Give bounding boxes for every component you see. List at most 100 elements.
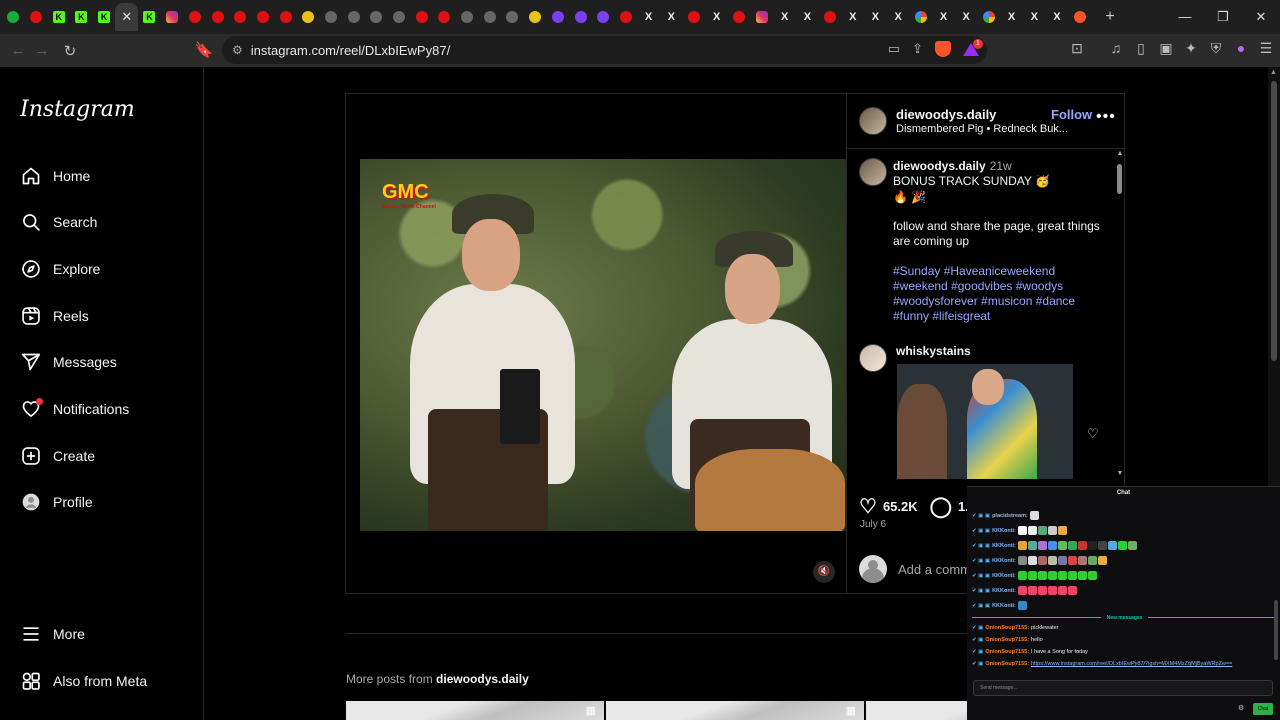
forward-icon[interactable]: → — [30, 42, 54, 59]
chat-username[interactable]: OnionSoup7155: — [985, 649, 1029, 655]
browser-tab[interactable]: X — [1046, 3, 1069, 31]
reload-icon[interactable]: ↻ — [58, 42, 82, 60]
restore-icon[interactable]: ❐ — [1204, 0, 1242, 34]
follow-button[interactable]: Follow — [1051, 107, 1092, 122]
browser-tab[interactable]: X — [841, 3, 864, 31]
browser-tab[interactable] — [456, 3, 479, 31]
chat-username[interactable]: KKKonti: — [992, 528, 1016, 534]
chat-username[interactable]: OnionSoup7155: — [985, 661, 1029, 667]
browser-tab[interactable] — [2, 3, 25, 31]
browser-tab[interactable] — [25, 3, 48, 31]
browser-tab[interactable] — [501, 3, 524, 31]
browser-tab[interactable] — [388, 3, 411, 31]
sidebar-item-home[interactable]: Home — [20, 164, 90, 188]
more-posts-user[interactable]: diewoodys.daily — [436, 672, 529, 686]
chat-username[interactable]: OnionSoup7155: — [985, 625, 1029, 631]
new-tab-button[interactable]: + — [1099, 8, 1121, 26]
screenshot-icon[interactable]: ⊡ — [1069, 40, 1085, 57]
close-tab-icon[interactable]: ✕ — [121, 9, 132, 25]
browser-tab[interactable]: X — [955, 3, 978, 31]
browser-tab[interactable] — [1068, 3, 1091, 31]
sidebar-item-also-from-meta[interactable]: Also from Meta — [20, 669, 147, 693]
page-scroll-up-icon[interactable]: ▲ — [1270, 69, 1277, 76]
browser-tab[interactable]: K — [138, 3, 161, 31]
browser-tab[interactable]: X — [1023, 3, 1046, 31]
reel-video-player[interactable]: GMC Grosse Musik Channel 🔇 — [346, 94, 846, 593]
browser-tab[interactable] — [592, 3, 615, 31]
browser-tab[interactable] — [365, 3, 388, 31]
sidebar-item-create[interactable]: Create — [20, 444, 95, 468]
chat-send-button[interactable]: Chat — [1253, 703, 1273, 715]
sidebar-item-search[interactable]: Search — [20, 210, 97, 234]
sidebar-item-profile[interactable]: Profile — [20, 490, 93, 514]
wallet-icon[interactable]: ▣ — [1158, 40, 1174, 57]
author-avatar[interactable] — [859, 107, 887, 135]
caption-username[interactable]: diewoodys.daily — [893, 159, 986, 173]
browser-tab[interactable] — [569, 3, 592, 31]
chat-username[interactable]: KKKonti: — [992, 603, 1016, 609]
chat-message-text[interactable]: https://www.instagram.com/reel/DLxbIEwPy… — [1031, 661, 1232, 667]
like-icon[interactable]: ♡ — [859, 494, 877, 519]
site-info-icon[interactable]: ⚙ — [232, 43, 243, 57]
address-bar[interactable]: ⚙ instagram.com/reel/DLxbIEwPy87/ ▭ ⇪ 1 — [222, 36, 987, 64]
hashtags-line-3[interactable]: #woodysforever #musicon #dance — [893, 294, 1075, 309]
browser-tab[interactable]: K — [93, 3, 116, 31]
chat-username[interactable]: KKKonti: — [992, 543, 1016, 549]
sidebar-toggle-icon[interactable]: ▯ — [1133, 40, 1149, 57]
minimize-icon[interactable]: — — [1166, 0, 1204, 34]
comment-like-icon[interactable]: ♡ — [1087, 426, 1099, 442]
browser-tab[interactable]: X — [637, 3, 660, 31]
browser-tab[interactable] — [342, 3, 365, 31]
browser-tab[interactable]: X — [932, 3, 955, 31]
share-icon[interactable]: ⇪ — [912, 41, 923, 57]
chat-username[interactable]: OnionSoup7155: — [985, 637, 1029, 643]
chat-scrollbar[interactable] — [1274, 600, 1278, 660]
comments-scrollbar[interactable]: ▲ ▼ — [1115, 150, 1125, 480]
media-icon[interactable]: ♫ — [1108, 40, 1124, 57]
browser-tab[interactable] — [751, 3, 774, 31]
url-text[interactable]: instagram.com/reel/DLxbIEwPy87/ — [251, 43, 450, 58]
browser-tab[interactable]: X — [887, 3, 910, 31]
brave-rewards-icon[interactable]: 1 — [963, 39, 983, 57]
bookmark-icon[interactable]: 🔖 — [192, 41, 216, 59]
browser-tab[interactable]: X — [705, 3, 728, 31]
comments-scroll-thumb[interactable] — [1117, 164, 1122, 194]
hashtags-line-4[interactable]: #funny #lifeisgreat — [893, 309, 990, 324]
browser-tab[interactable]: X — [1000, 3, 1023, 31]
chat-username[interactable]: KKKonti: — [992, 558, 1016, 564]
browser-tab[interactable] — [206, 3, 229, 31]
scroll-down-icon[interactable]: ▼ — [1115, 470, 1125, 477]
browser-tab[interactable]: ✕ — [115, 3, 139, 31]
chat-settings-icon[interactable]: ⚙ — [1238, 704, 1244, 712]
chat-username[interactable]: KKKonti: — [992, 573, 1016, 579]
browser-tab[interactable]: X — [660, 3, 683, 31]
browser-tab[interactable]: K — [70, 3, 93, 31]
author-username[interactable]: diewoodys.daily — [896, 107, 996, 122]
video-frame[interactable]: GMC Grosse Musik Channel — [360, 159, 846, 531]
chat-input[interactable]: Send message... — [973, 680, 1273, 696]
hashtags-line-1[interactable]: #Sunday #Haveaniceweekend — [893, 264, 1055, 279]
leo-ai-icon[interactable]: ✦ — [1183, 40, 1199, 57]
commenter-username[interactable]: whiskystains — [896, 344, 971, 358]
browser-tab[interactable] — [478, 3, 501, 31]
browser-tab[interactable] — [910, 3, 933, 31]
close-window-icon[interactable]: ✕ — [1242, 0, 1280, 34]
commenter-avatar[interactable] — [859, 344, 887, 372]
browser-tab[interactable] — [547, 3, 570, 31]
browser-tab[interactable] — [320, 3, 343, 31]
browser-tab[interactable] — [297, 3, 320, 31]
browser-tab[interactable]: X — [796, 3, 819, 31]
sidebar-item-explore[interactable]: Explore — [20, 257, 100, 281]
browser-tab[interactable] — [252, 3, 275, 31]
browser-tab[interactable] — [274, 3, 297, 31]
menu-icon[interactable]: ☰ — [1258, 40, 1274, 57]
browser-tab[interactable] — [524, 3, 547, 31]
browser-tab[interactable] — [410, 3, 433, 31]
instagram-logo[interactable]: Instagram — [20, 97, 135, 122]
page-scroll-thumb[interactable] — [1271, 81, 1277, 361]
browser-tab[interactable] — [433, 3, 456, 31]
back-icon[interactable]: ← — [6, 42, 30, 59]
browser-tab[interactable] — [161, 3, 184, 31]
browser-tab[interactable] — [184, 3, 207, 31]
profile-avatar-icon[interactable]: ● — [1233, 40, 1249, 57]
